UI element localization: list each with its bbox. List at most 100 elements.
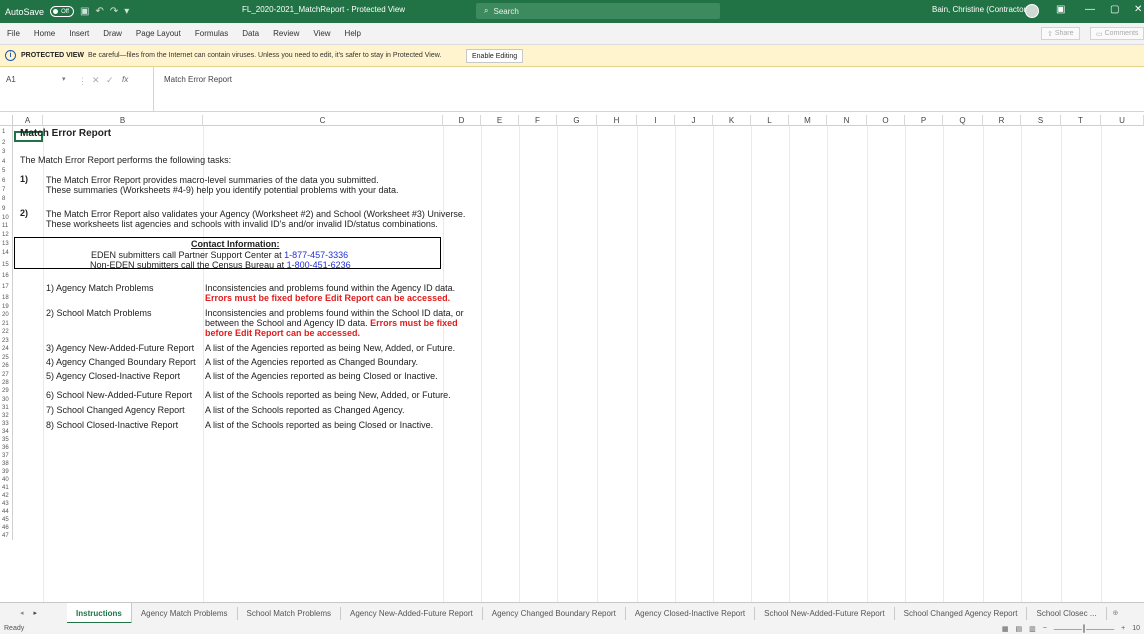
tab-next-icon[interactable]: ▸ (34, 609, 38, 617)
row-header[interactable]: 24 (0, 346, 13, 353)
row-header[interactable]: 27 (0, 370, 13, 380)
page-break-icon[interactable]: ▥ (1029, 625, 1036, 633)
row-header[interactable]: 7 (0, 186, 13, 194)
maximize-icon[interactable]: ▢ (1110, 4, 1119, 15)
customize-toolbar-icon[interactable]: ▾ (124, 6, 129, 17)
zoom-out-icon[interactable]: − (1043, 625, 1047, 632)
column-header[interactable]: S (1021, 115, 1061, 126)
column-header[interactable]: L (751, 115, 789, 126)
row-header[interactable]: 31 (0, 404, 13, 412)
row-header[interactable]: 23 (0, 336, 13, 346)
row-header[interactable]: 44 (0, 508, 13, 516)
share-button[interactable]: ⇧ Share (1041, 27, 1080, 40)
column-header[interactable]: J (675, 115, 713, 126)
tab-school-closed[interactable]: School Closec ... (1027, 606, 1107, 620)
column-header[interactable]: A (13, 115, 43, 126)
menu-draw[interactable]: Draw (96, 29, 129, 38)
row-header[interactable]: 12 (0, 231, 13, 240)
row-header[interactable]: 6 (0, 176, 13, 186)
zoom-slider[interactable]: ————┃———— (1054, 625, 1114, 633)
column-header[interactable]: C (203, 115, 443, 126)
tab-instructions[interactable]: Instructions (67, 602, 132, 624)
row-header[interactable]: 29 (0, 387, 13, 396)
column-header[interactable]: F (519, 115, 557, 126)
row-header[interactable]: 4 (0, 158, 13, 166)
column-header[interactable]: G (557, 115, 597, 126)
tab-agency-changed-boundary[interactable]: Agency Changed Boundary Report (483, 606, 626, 620)
tab-agency-closed-inactive[interactable]: Agency Closed-Inactive Report (626, 606, 756, 620)
row-header[interactable]: 34 (0, 428, 13, 436)
menu-review[interactable]: Review (266, 29, 306, 38)
user-name[interactable]: Bain, Christine (Contractor) (932, 5, 1029, 14)
close-icon[interactable]: ✕ (1134, 4, 1142, 15)
column-header[interactable]: Q (943, 115, 983, 126)
redo-icon[interactable]: ↷ (110, 6, 118, 17)
column-header[interactable]: R (983, 115, 1021, 126)
row-header[interactable]: 11 (0, 222, 13, 231)
zoom-in-icon[interactable]: + (1121, 625, 1125, 632)
row-header[interactable]: 47 (0, 532, 13, 540)
tab-agency-match-problems[interactable]: Agency Match Problems (132, 606, 238, 620)
row-header[interactable]: 25 (0, 353, 13, 363)
insert-function-icon[interactable]: fx (122, 75, 128, 84)
column-header[interactable]: H (597, 115, 637, 126)
name-box[interactable]: A1 (6, 75, 68, 88)
column-header[interactable]: B (43, 115, 203, 126)
column-header[interactable]: N (827, 115, 867, 126)
enable-editing-button[interactable]: Enable Editing (466, 49, 524, 63)
enter-icon[interactable]: ✓ (106, 75, 114, 86)
formula-input[interactable]: Match Error Report (153, 67, 1144, 112)
menu-view[interactable]: View (306, 29, 337, 38)
column-header[interactable]: P (905, 115, 943, 126)
row-header[interactable]: 8 (0, 194, 13, 205)
avatar[interactable] (1025, 4, 1039, 18)
comments-button[interactable]: ▭ Comments (1090, 27, 1144, 40)
column-header[interactable]: M (789, 115, 827, 126)
row-header[interactable]: 2 (0, 139, 13, 147)
column-header[interactable]: K (713, 115, 751, 126)
row-header[interactable]: 32 (0, 412, 13, 420)
row-header[interactable]: 17 (0, 279, 13, 295)
column-header[interactable]: I (637, 115, 675, 126)
normal-view-icon[interactable]: ▦ (1002, 625, 1009, 633)
minimize-icon[interactable]: — (1085, 4, 1095, 15)
menu-file[interactable]: File (0, 29, 27, 38)
row-header[interactable]: 10 (0, 214, 13, 222)
row-header[interactable]: 28 (0, 380, 13, 387)
row-header[interactable]: 1 (0, 126, 13, 139)
row-header[interactable]: 9 (0, 205, 13, 214)
row-header[interactable]: 43 (0, 500, 13, 508)
row-header[interactable]: 18 (0, 295, 13, 302)
row-header[interactable]: 36 (0, 444, 13, 452)
row-header[interactable]: 38 (0, 460, 13, 468)
tab-school-match-problems[interactable]: School Match Problems (238, 606, 341, 620)
row-header[interactable]: 42 (0, 492, 13, 500)
row-header[interactable]: 37 (0, 452, 13, 460)
column-header[interactable]: E (481, 115, 519, 126)
tab-agency-new-added-future[interactable]: Agency New-Added-Future Report (341, 606, 483, 620)
zoom-level[interactable]: 10 (1132, 625, 1140, 632)
row-header[interactable]: 13 (0, 240, 13, 249)
autosave-toggle[interactable]: Off (50, 6, 75, 17)
cancel-icon[interactable]: ✕ (92, 75, 100, 86)
add-sheet-icon[interactable]: ⊕ (1113, 609, 1119, 617)
row-header[interactable]: 46 (0, 524, 13, 532)
column-header[interactable]: D (443, 115, 481, 126)
tab-school-new-added-future[interactable]: School New-Added-Future Report (755, 606, 895, 620)
row-header[interactable]: 41 (0, 484, 13, 492)
row-header[interactable]: 5 (0, 166, 13, 176)
row-header[interactable]: 14 (0, 249, 13, 258)
ribbon-display-icon[interactable]: ▣ (1056, 4, 1065, 15)
undo-icon[interactable]: ↶ (95, 6, 103, 17)
row-header[interactable]: 20 (0, 312, 13, 319)
menu-insert[interactable]: Insert (62, 29, 96, 38)
row-header[interactable]: 35 (0, 436, 13, 444)
column-header[interactable]: T (1061, 115, 1101, 126)
row-header[interactable]: 39 (0, 468, 13, 476)
column-header[interactable]: O (867, 115, 905, 126)
menu-data[interactable]: Data (235, 29, 266, 38)
tab-prev-icon[interactable]: ◂ (20, 609, 24, 617)
row-header[interactable]: 26 (0, 363, 13, 370)
tab-school-changed-agency[interactable]: School Changed Agency Report (895, 606, 1028, 620)
name-box-dropdown-icon[interactable]: ▾ (62, 75, 66, 83)
